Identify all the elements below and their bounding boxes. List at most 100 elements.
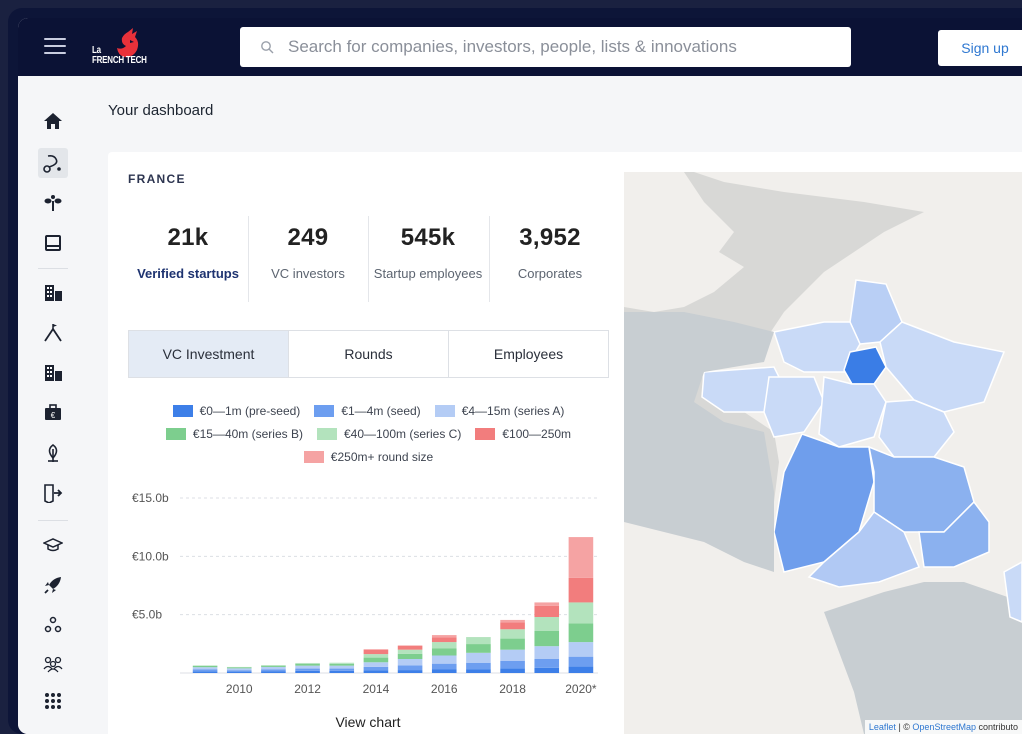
- legend-swatch: [434, 405, 455, 417]
- top-bar: La FRENCH TECH Sign up: [18, 18, 1022, 76]
- stat-verified-startups[interactable]: 21k Verified startups: [128, 224, 248, 281]
- sidebar-item-education[interactable]: [38, 530, 68, 560]
- building-icon: [45, 365, 62, 381]
- bar-segment: [261, 665, 286, 666]
- x-tick-label: 2020*: [565, 682, 597, 696]
- bar-segment: [261, 665, 286, 667]
- bar-segment: [192, 667, 218, 670]
- legend-item[interactable]: €40—100m (series C): [316, 427, 461, 441]
- legend-item[interactable]: €100—250m: [475, 427, 571, 441]
- sidebar-item-people[interactable]: [38, 648, 68, 678]
- sidebar-item-companies[interactable]: [38, 278, 68, 308]
- tab-vc-investment[interactable]: VC Investment: [129, 331, 288, 377]
- legend-item[interactable]: €250m+ round size: [303, 450, 433, 464]
- search-bar[interactable]: [240, 27, 851, 67]
- legend-label: €100—250m: [502, 427, 572, 441]
- y-tick-label: €10.0b: [132, 549, 169, 563]
- bar-segment: [397, 653, 423, 659]
- bar-segment: [431, 669, 457, 673]
- bar-segment: [397, 670, 423, 673]
- legend-swatch: [165, 428, 186, 440]
- bar-segment: [500, 660, 525, 669]
- sidebar-item-all-apps[interactable]: [38, 686, 68, 716]
- legend-swatch: [316, 428, 337, 440]
- sidebar-item-book[interactable]: [38, 228, 68, 258]
- sidebar-item-seedling[interactable]: [38, 188, 68, 218]
- bar-segment: [363, 662, 389, 667]
- bar-segment: [568, 623, 594, 643]
- attribution-contributors: contributo: [975, 722, 1018, 732]
- stat-value: 3,952: [519, 224, 581, 251]
- stat-value: 545k: [400, 224, 456, 251]
- sign-up-button[interactable]: Sign up: [938, 30, 1022, 66]
- bar-segment: [226, 668, 252, 671]
- bar-segment: [397, 665, 423, 671]
- hamburger-menu-icon[interactable]: [44, 38, 66, 54]
- device-frame: La FRENCH TECH Sign up: [8, 8, 1022, 734]
- openstreetmap-link[interactable]: OpenStreetMap: [912, 722, 976, 732]
- bar-segment: [226, 667, 252, 669]
- bar-segment: [568, 537, 594, 578]
- legend-item[interactable]: €0—1m (pre-seed): [172, 404, 301, 418]
- legend-label: €15—40m (series B): [192, 427, 303, 441]
- leaf-icon: [48, 444, 58, 462]
- stat-label: VC investors: [271, 266, 345, 281]
- bar-segment: [261, 669, 286, 672]
- discover-icon: [43, 155, 61, 173]
- sidebar-divider: [38, 520, 68, 521]
- building-icon: [45, 285, 62, 301]
- tab-rounds[interactable]: Rounds: [288, 331, 448, 377]
- sidebar-item-investors[interactable]: €: [38, 398, 68, 428]
- view-chart-link[interactable]: View chart: [108, 714, 628, 730]
- bar-segment: [261, 666, 286, 670]
- sidebar-item-discover[interactable]: [38, 148, 68, 178]
- sidebar-item-home[interactable]: [38, 106, 68, 136]
- stat-corporates[interactable]: 3,952 Corporates: [491, 224, 609, 281]
- graduation-cap-icon: [43, 538, 63, 552]
- legend-item[interactable]: €4—15m (series A): [434, 404, 564, 418]
- bar-segment: [568, 577, 594, 603]
- logo-line2: FRENCH TECH: [92, 55, 147, 66]
- bar-segment: [192, 669, 218, 672]
- network-icon: [44, 616, 62, 633]
- bar-segment: [534, 605, 560, 617]
- bar-segment: [431, 655, 457, 664]
- bar-segment: [500, 668, 525, 673]
- sidebar-item-summit[interactable]: [38, 318, 68, 348]
- sidebar-item-exits[interactable]: [38, 478, 68, 508]
- map[interactable]: Leaflet | © OpenStreetMap contributo: [624, 172, 1022, 734]
- stat-startup-employees[interactable]: 545k Startup employees: [368, 224, 488, 281]
- bar-segment: [568, 656, 594, 667]
- book-icon: [45, 235, 61, 251]
- bar-segment: [295, 663, 320, 666]
- chart-legend: €0—1m (pre-seed) €1—4m (seed) €4—15m (se…: [128, 404, 609, 473]
- bar-segment: [192, 671, 218, 673]
- bar-segment: [466, 644, 491, 653]
- svg-text:€: €: [51, 411, 56, 420]
- tab-employees[interactable]: Employees: [448, 331, 608, 377]
- x-tick-label: 2016: [431, 682, 458, 696]
- search-input[interactable]: [288, 37, 808, 57]
- legend-swatch: [314, 405, 335, 417]
- vc-investment-chart: €5.0b €10.0b €15.0b 2010 2012 2014 2016 2018 202…: [132, 491, 598, 696]
- sidebar-item-corporates[interactable]: [38, 358, 68, 388]
- search-icon: [260, 40, 274, 54]
- bar-segment: [466, 662, 491, 670]
- sidebar-item-green[interactable]: [38, 438, 68, 468]
- stat-divider: [248, 216, 249, 302]
- la-french-tech-logo[interactable]: La FRENCH TECH: [92, 24, 162, 70]
- stat-vc-investors[interactable]: 249 VC investors: [250, 224, 366, 281]
- bar-segment: [431, 637, 457, 643]
- legend-label: €0—1m (pre-seed): [199, 404, 301, 418]
- leaflet-link[interactable]: Leaflet: [869, 722, 896, 732]
- bar-segment: [534, 602, 560, 606]
- legend-label: €1—4m (seed): [341, 404, 421, 418]
- sidebar-item-launch[interactable]: [38, 570, 68, 600]
- logo-text: La FRENCH TECH: [92, 46, 147, 66]
- attribution-separator: | ©: [895, 722, 913, 732]
- legend-item[interactable]: €15—40m (series B): [165, 427, 303, 441]
- briefcase-icon: €: [45, 404, 61, 420]
- sidebar-item-network[interactable]: [38, 610, 68, 640]
- x-tick-label: 2014: [363, 682, 390, 696]
- legend-item[interactable]: €1—4m (seed): [314, 404, 421, 418]
